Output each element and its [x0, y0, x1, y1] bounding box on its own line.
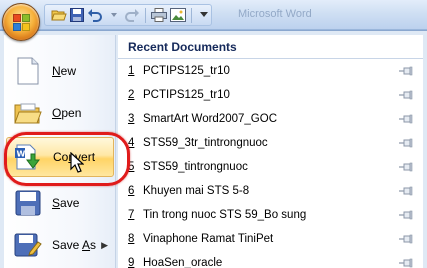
convert-label: Convert — [53, 150, 96, 164]
picture-icon[interactable] — [169, 7, 186, 23]
save-as-command[interactable]: Save As ▶ — [6, 225, 114, 265]
print-icon[interactable] — [150, 7, 167, 23]
recent-document-number: 3 — [128, 113, 135, 125]
new-command[interactable]: New — [6, 51, 114, 91]
recent-documents-list: 1 PCTIPS125_tr10 2 PCTIPS125_tr10 3 SmartArt … — [118, 59, 423, 268]
recent-documents-header: Recent Documents — [118, 35, 423, 59]
redo-icon[interactable] — [124, 7, 140, 23]
folder-open-icon[interactable] — [51, 7, 67, 23]
convert-document-icon: W — [11, 140, 47, 174]
undo-icon[interactable] — [87, 7, 103, 23]
quick-access-toolbar — [44, 4, 212, 26]
save-label: Save — [52, 196, 80, 210]
window-title: Microsoft Word — [238, 8, 312, 20]
recent-document-item[interactable]: 7 Tin trong nuoc STS 59_Bo sung — [118, 203, 423, 227]
office-button[interactable] — [2, 3, 40, 41]
recent-document-name: PCTIPS125_tr10 — [143, 89, 230, 101]
new-label: New — [52, 64, 77, 78]
command-pane: New Open W Convert Save Save As ▶ — [4, 35, 116, 268]
svg-text:W: W — [17, 150, 26, 159]
recent-document-item[interactable]: 1 PCTIPS125_tr10 — [118, 59, 423, 83]
pin-icon[interactable] — [399, 186, 413, 196]
pin-icon[interactable] — [399, 210, 413, 220]
pin-icon[interactable] — [399, 162, 413, 172]
recent-document-name: Vinaphone Ramat TiniPet — [143, 233, 274, 245]
recent-document-name: HoaSen_oracle — [143, 257, 223, 268]
new-document-icon — [10, 54, 46, 88]
recent-document-number: 6 — [128, 185, 135, 197]
title-bar: Microsoft Word — [0, 0, 427, 41]
recent-document-name: SmartArt Word2007_GOC — [143, 113, 278, 125]
pin-icon[interactable] — [399, 234, 413, 244]
office-logo-icon — [13, 14, 31, 32]
open-label: Open — [52, 106, 82, 120]
pin-icon[interactable] — [399, 258, 413, 268]
convert-command[interactable]: W Convert — [6, 137, 114, 177]
save-disk-icon — [10, 186, 46, 220]
open-command[interactable]: Open — [6, 93, 114, 133]
open-folder-icon — [10, 96, 46, 130]
submenu-arrow-icon: ▶ — [101, 240, 108, 250]
recent-document-item[interactable]: 3 SmartArt Word2007_GOC — [118, 107, 423, 131]
toolbar-separator — [190, 7, 192, 23]
recent-document-item[interactable]: 2 PCTIPS125_tr10 — [118, 83, 423, 107]
undo-dropdown-icon[interactable] — [106, 7, 120, 23]
pin-icon[interactable] — [399, 138, 413, 148]
pin-icon[interactable] — [399, 66, 413, 76]
pin-icon[interactable] — [399, 114, 413, 124]
recent-document-number: 8 — [128, 233, 135, 245]
recent-document-name: STS59_3tr_tintrongnuoc — [143, 137, 268, 149]
pin-icon[interactable] — [399, 90, 413, 100]
save-icon[interactable] — [70, 7, 85, 23]
recent-document-item[interactable]: 8 Vinaphone Ramat TiniPet — [118, 227, 423, 251]
recent-documents-pane: Recent Documents 1 PCTIPS125_tr10 2 PCTIPS1… — [118, 35, 423, 268]
recent-document-name: PCTIPS125_tr10 — [143, 65, 230, 77]
recent-document-item[interactable]: 6 Khuyen mai STS 5-8 — [118, 179, 423, 203]
recent-document-name: STS59_tintrongnuoc — [143, 161, 248, 173]
recent-document-number: 5 — [128, 161, 135, 173]
recent-document-number: 1 — [128, 65, 135, 77]
recent-document-name: Khuyen mai STS 5-8 — [143, 185, 250, 197]
recent-document-number: 7 — [128, 209, 135, 221]
recent-document-number: 9 — [128, 257, 135, 268]
recent-document-item[interactable]: 9 HoaSen_oracle — [118, 251, 423, 268]
recent-document-item[interactable]: 4 STS59_3tr_tintrongnuoc — [118, 131, 423, 155]
save-as-label: Save As — [52, 238, 97, 252]
recent-document-number: 2 — [128, 89, 135, 101]
recent-document-item[interactable]: 5 STS59_tintrongnuoc — [118, 155, 423, 179]
office-menu: New Open W Convert Save Save As ▶ Recent… — [0, 30, 427, 268]
recent-document-name: Tin trong nuoc STS 59_Bo sung — [143, 209, 307, 221]
save-command[interactable]: Save — [6, 183, 114, 223]
save-as-icon — [10, 228, 46, 262]
customize-dropdown-icon[interactable] — [197, 7, 211, 23]
recent-document-number: 4 — [128, 137, 135, 149]
toolbar-separator — [144, 7, 146, 23]
